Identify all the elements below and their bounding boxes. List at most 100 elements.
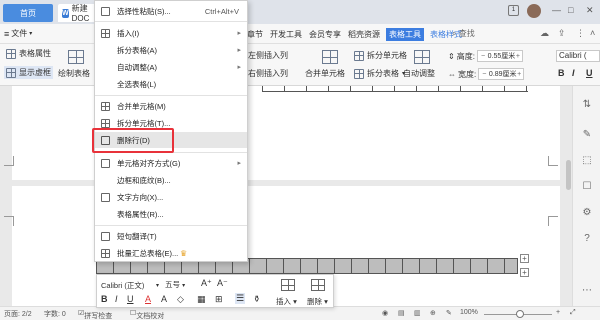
layout-icon[interactable]: ▥ xyxy=(414,309,421,317)
read-icon[interactable]: ✎ xyxy=(446,309,452,317)
cloud-icon[interactable]: ☁ xyxy=(540,28,549,39)
word-count[interactable]: 字数: 0 xyxy=(44,309,66,319)
zoom-level[interactable]: 100% xyxy=(460,309,478,316)
menu-item-merge-cells[interactable]: 合并单元格(M) xyxy=(95,98,247,114)
menu-item-select-table[interactable]: 全选表格(L) xyxy=(95,76,247,92)
font-select[interactable]: Calibri ( xyxy=(556,50,600,62)
merge-cells-ribbon-icon[interactable] xyxy=(322,50,338,64)
increment-icon[interactable]: + xyxy=(516,53,522,60)
highlight-color-icon[interactable]: A xyxy=(145,294,151,304)
maximize-icon[interactable]: □ xyxy=(568,5,573,15)
underline-button[interactable]: U xyxy=(586,68,593,78)
bold-button[interactable]: B xyxy=(558,68,565,78)
auto-fit-label[interactable]: 自动调整 xyxy=(403,68,435,79)
proofread-status[interactable]: ☐ 文档校对 xyxy=(130,309,164,320)
file-menu[interactable]: ≡ 文件 ▾ xyxy=(4,28,32,39)
more-icon[interactable]: ⋮ xyxy=(576,28,585,39)
mini-insert-button[interactable]: 插入 ▾ xyxy=(276,296,297,307)
increment-icon[interactable]: + xyxy=(517,71,523,78)
menu-item-auto-fit[interactable]: 自动调整(A) ▸ xyxy=(95,59,247,75)
menu-item-insert[interactable]: 插入(I) ▸ xyxy=(95,25,247,41)
borders-icon[interactable]: ⊞ xyxy=(215,294,223,305)
pen-icon[interactable]: ✎ xyxy=(582,130,592,140)
decrement-icon[interactable]: − xyxy=(481,53,487,60)
table-props-button[interactable]: 表格属性 xyxy=(6,48,51,59)
merge-cells-ribbon-label[interactable]: 合并单元格 xyxy=(305,68,345,79)
web-view-icon[interactable]: ⊕ xyxy=(430,309,436,317)
search-button[interactable]: ⌕ 查找 xyxy=(452,28,475,39)
insert-col-left-button[interactable]: 左侧插入列 xyxy=(248,50,288,61)
show-grid-button[interactable]: 显示虚框 xyxy=(4,66,53,79)
shading-icon[interactable]: ▦ xyxy=(197,294,206,305)
paint-icon[interactable]: ⚱ xyxy=(253,294,261,305)
shape-icon[interactable]: ☐ xyxy=(582,182,592,192)
menu-item-borders[interactable]: 边框和底纹(B)... xyxy=(95,172,247,188)
tab-member[interactable]: 会员专享 xyxy=(308,28,342,41)
page-view-icon[interactable]: ▤ xyxy=(398,309,405,317)
italic-button[interactable]: I xyxy=(572,68,575,78)
eye-icon[interactable]: ◉ xyxy=(382,309,388,317)
status-bar: 页面: 2/2 字数: 0 ☑ 拼写检查 ☐ 文档校对 ◉ ▤ ▥ ⊕ ✎ 10… xyxy=(0,306,600,320)
select-icon[interactable]: ⬚ xyxy=(582,156,592,166)
menu-item-label: 短句翻译(T) xyxy=(117,231,157,241)
spell-check-status[interactable]: ☑ 拼写检查 xyxy=(78,309,112,320)
avatar[interactable] xyxy=(527,4,541,18)
add-column-icon[interactable]: + xyxy=(520,254,529,263)
minimize-icon[interactable]: — xyxy=(552,5,561,15)
auto-fit-icon[interactable] xyxy=(414,50,430,64)
decrement-icon[interactable]: − xyxy=(482,71,488,78)
format-icon[interactable]: ⇅ xyxy=(582,100,592,110)
eraser-icon[interactable]: ◇ xyxy=(177,294,184,305)
mini-underline-button[interactable]: U xyxy=(127,294,134,304)
right-side-panel: ⇅ ✎ ⬚ ☐ ⚙ ? ⋯ xyxy=(572,86,600,310)
menu-divider xyxy=(95,95,247,96)
mini-font-select[interactable]: Calibri (正文) ▾ xyxy=(101,279,159,291)
tab-chapter[interactable]: 章节 xyxy=(246,28,264,41)
menu-item-label: 插入(I) xyxy=(117,28,140,38)
draw-table-label[interactable]: 绘制表格 xyxy=(58,68,90,79)
page-indicator[interactable]: 页面: 2/2 xyxy=(4,309,32,319)
scrollbar-thumb[interactable] xyxy=(566,160,571,190)
split-cells-ribbon-button[interactable]: 拆分单元格 xyxy=(354,50,407,61)
zoom-slider-knob[interactable] xyxy=(516,310,524,318)
grow-font-icon[interactable]: A⁺ xyxy=(201,278,212,289)
fullscreen-icon[interactable]: ⤢ xyxy=(570,309,576,317)
height-input[interactable]: − 0.55厘米 + xyxy=(476,50,523,62)
mini-italic-button[interactable]: I xyxy=(115,294,118,304)
resize-handle-icon[interactable]: + xyxy=(520,268,529,277)
settings-icon[interactable]: ⚙ xyxy=(582,208,592,218)
insert-col-right-button[interactable]: 右侧插入列 xyxy=(248,68,288,79)
close-icon[interactable]: ✕ xyxy=(586,5,594,16)
share-icon[interactable]: ⇪ xyxy=(558,28,566,39)
menu-item-label: 拆分表格(A) xyxy=(117,45,157,55)
font-color-icon[interactable]: A xyxy=(161,294,167,304)
menu-item-translate[interactable]: 短句翻译(T) xyxy=(95,228,247,244)
insert-row-icon[interactable] xyxy=(281,279,295,291)
delete-cells-icon[interactable] xyxy=(311,279,325,291)
mini-delete-button[interactable]: 删除 ▾ xyxy=(307,296,328,307)
window-count-badge[interactable]: 1 xyxy=(508,5,519,16)
mini-bold-button[interactable]: B xyxy=(101,294,108,304)
menu-item-label: 单元格对齐方式(G) xyxy=(117,158,181,168)
shrink-font-icon[interactable]: A⁻ xyxy=(217,278,228,289)
menu-item-cell-align[interactable]: 单元格对齐方式(G) ▸ xyxy=(95,155,247,171)
width-input[interactable]: − 0.89厘米 + xyxy=(478,68,525,80)
tab-resources[interactable]: 稻壳资源 xyxy=(347,28,381,41)
help-icon[interactable]: ? xyxy=(582,234,592,244)
draw-table-icon[interactable] xyxy=(68,50,84,64)
collapse-icon[interactable]: ˄ xyxy=(590,28,595,38)
menu-item-table-props[interactable]: 表格属性(R)... xyxy=(95,206,247,222)
menu-item-text-direction[interactable]: 文字方向(X)... xyxy=(95,189,247,205)
menu-item-split-table[interactable]: 拆分表格(A) ▸ xyxy=(95,42,247,58)
align-icon[interactable]: ☰ xyxy=(235,293,246,304)
menu-item-batch-summary[interactable]: 批量汇总表格(E)... ♛ xyxy=(95,245,247,261)
tab-home[interactable]: 首页 xyxy=(3,4,53,22)
tab-document[interactable]: W 新建 DOC xyxy=(58,4,98,23)
tab-table-tools[interactable]: 表格工具 xyxy=(386,28,424,41)
mini-font-size-select[interactable]: 五号 ▾ xyxy=(165,279,185,290)
zoom-in-icon[interactable]: + xyxy=(556,309,560,316)
more-icon[interactable]: ⋯ xyxy=(582,286,592,296)
tab-developer[interactable]: 开发工具 xyxy=(269,28,303,41)
split-table-ribbon-button[interactable]: 拆分表格 ▾ xyxy=(354,68,405,79)
menu-item-paste-special[interactable]: 选择性粘贴(S)... Ctrl+Alt+V xyxy=(95,3,247,19)
